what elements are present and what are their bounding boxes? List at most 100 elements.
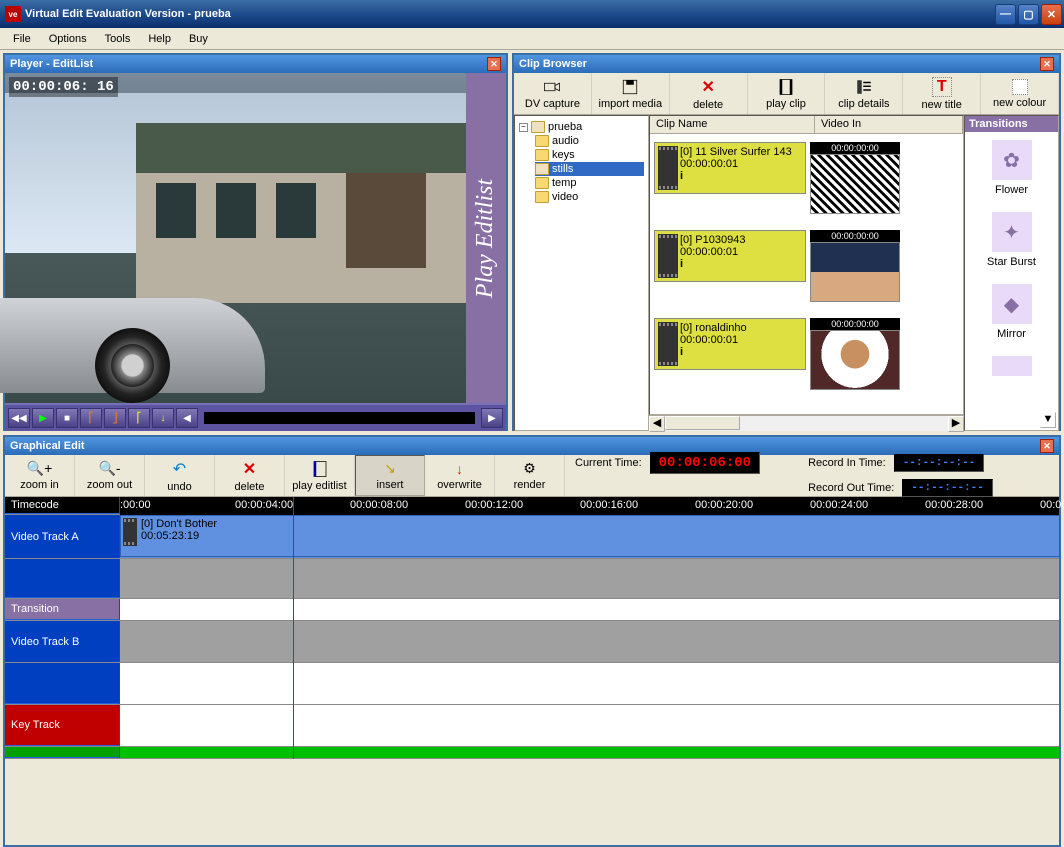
clip-row[interactable]: [0] P103094300:00:00:01i 00:00:00:00 <box>650 222 963 310</box>
new-title-button[interactable]: Tnew title <box>903 73 981 114</box>
track-label-transition: Transition <box>5 599 120 620</box>
timeline-clip[interactable]: [0] Don't Bother00:05:23:19 <box>120 515 1060 557</box>
folder-icon <box>535 135 549 147</box>
menu-help[interactable]: Help <box>140 31 179 47</box>
transition-mirror[interactable]: ◆Mirror <box>965 276 1058 348</box>
menu-file[interactable]: File <box>5 31 39 47</box>
delete-icon: ✕ <box>243 459 256 479</box>
transitions-scroll-down[interactable]: ▼ <box>1040 412 1056 428</box>
transition-starburst[interactable]: ✦Star Burst <box>965 204 1058 276</box>
play-editlist-button[interactable]: play editlist <box>285 455 355 496</box>
transitions-panel: Transitions ✿Flower ✦Star Burst ◆Mirror … <box>964 115 1059 431</box>
tree-item-keys[interactable]: keys <box>535 148 644 162</box>
mark-in-button[interactable]: ⎡ <box>80 408 102 428</box>
track-video-a[interactable]: [0] Don't Bother00:05:23:19 <box>120 515 1059 558</box>
zoom-out-button[interactable]: 🔍-zoom out <box>75 455 145 496</box>
timeline[interactable]: Timecode :00:00 00:00:04:00 00:00:08:00 … <box>5 497 1059 759</box>
zoom-in-icon: 🔍+ <box>27 460 53 477</box>
col-video-in[interactable]: Video In <box>815 116 963 133</box>
overwrite-button[interactable]: ↓overwrite <box>425 455 495 496</box>
col-clip-name[interactable]: Clip Name <box>650 116 815 133</box>
tree-item-audio[interactable]: audio <box>535 134 644 148</box>
record-in-label: Record In Time: <box>808 457 886 469</box>
goto-in-button[interactable]: ⎡ <box>128 408 150 428</box>
film-icon <box>777 78 795 96</box>
tree-item-stills[interactable]: stills <box>535 162 644 176</box>
graphical-edit-panel: Graphical Edit ✕ 🔍+zoom in 🔍-zoom out ↶u… <box>3 435 1061 847</box>
player-close-button[interactable]: ✕ <box>487 57 501 71</box>
window-title: Virtual Edit Evaluation Version - prueba <box>25 8 995 20</box>
play-clip-button[interactable]: play clip <box>748 73 826 114</box>
scrub-slider[interactable] <box>204 412 475 424</box>
player-controls: ◀◀ ▶ ■ ⎡ ⎦ ⎡ ↓ ◀ ▶ <box>5 403 506 431</box>
close-button[interactable]: ✕ <box>1041 4 1062 25</box>
clip-details-button[interactable]: clip details <box>825 73 903 114</box>
transition-icon <box>992 356 1032 376</box>
clipbrowser-close-button[interactable]: ✕ <box>1040 57 1054 71</box>
player-panel: Player - EditList ✕ 00:00:06: 16 Play Ed… <box>3 53 508 431</box>
camera-icon <box>543 78 561 96</box>
undo-button[interactable]: ↶undo <box>145 455 215 496</box>
scroll-right-button[interactable]: ▶ <box>948 416 964 432</box>
current-time-label: Current Time: <box>575 457 642 469</box>
import-media-button[interactable]: import media <box>592 73 670 114</box>
slider-left-button[interactable]: ◀ <box>176 408 198 428</box>
stop-button[interactable]: ■ <box>56 408 78 428</box>
film-strip-icon <box>123 518 137 546</box>
tree-root[interactable]: − prueba <box>519 120 644 134</box>
slider-right-button[interactable]: ▶ <box>481 408 503 428</box>
render-button[interactable]: ⚙render <box>495 455 565 496</box>
mark-out-button[interactable]: ⎦ <box>104 408 126 428</box>
app-icon: ve <box>5 6 21 22</box>
transition-flower[interactable]: ✿Flower <box>965 132 1058 204</box>
clip-list-hscroll[interactable]: ◀ ▶ <box>649 415 964 431</box>
folder-tree[interactable]: − prueba audio keys stills temp video <box>514 115 649 431</box>
details-icon <box>855 78 873 96</box>
play-button[interactable]: ▶ <box>32 408 54 428</box>
clip-row[interactable]: [0] ronaldinho00:00:00:01i 00:00:00:00 <box>650 310 963 398</box>
insert-button[interactable]: ↘insert <box>355 455 425 496</box>
menu-options[interactable]: Options <box>41 31 95 47</box>
track-audio[interactable] <box>120 747 1059 758</box>
clip-row[interactable]: [0] 11 Silver Surfer 14300:00:00:01i 00:… <box>650 134 963 222</box>
track-label-key: Key Track <box>5 705 120 746</box>
new-colour-button[interactable]: new colour <box>981 73 1059 114</box>
delete-clip-button[interactable]: ✕delete <box>670 73 748 114</box>
dv-capture-button[interactable]: DV capture <box>514 73 592 114</box>
timeline-ruler[interactable]: :00:00 00:00:04:00 00:00:08:00 00:00:12:… <box>120 497 1059 515</box>
track-video-a-audio[interactable] <box>120 559 1059 598</box>
folder-icon <box>535 191 549 203</box>
film-strip-icon <box>658 234 678 278</box>
delete-button[interactable]: ✕delete <box>215 455 285 496</box>
record-out-display: --:--:--:-- <box>902 479 993 497</box>
flower-icon: ✿ <box>992 140 1032 180</box>
maximize-button[interactable]: ▢ <box>1018 4 1039 25</box>
track-transition[interactable] <box>120 599 1059 620</box>
track-key[interactable] <box>120 705 1059 746</box>
scroll-thumb[interactable] <box>665 416 740 430</box>
track-video-b-audio[interactable] <box>120 663 1059 704</box>
zoom-in-button[interactable]: 🔍+zoom in <box>5 455 75 496</box>
tree-collapse-icon[interactable]: − <box>519 123 528 132</box>
folder-icon <box>531 121 545 133</box>
menu-buy[interactable]: Buy <box>181 31 216 47</box>
insert-icon: ↘ <box>384 460 396 477</box>
track-label-video-b: Video Track B <box>5 621 120 662</box>
mirror-icon: ◆ <box>992 284 1032 324</box>
track-video-b[interactable] <box>120 621 1059 662</box>
menu-tools[interactable]: Tools <box>97 31 139 47</box>
scroll-left-button[interactable]: ◀ <box>649 416 665 432</box>
transitions-header: Transitions <box>965 116 1058 132</box>
play-editlist-sidebar: Play Editlist <box>466 73 506 403</box>
clip-browser-panel: Clip Browser ✕ DV capture import media ✕… <box>512 53 1061 431</box>
menubar: File Options Tools Help Buy <box>0 28 1064 50</box>
minimize-button[interactable]: — <box>995 4 1016 25</box>
rewind-button[interactable]: ◀◀ <box>8 408 30 428</box>
goto-out-button[interactable]: ↓ <box>152 408 174 428</box>
clip-list: Clip Name Video In [0] 11 Silver Surfer … <box>649 115 964 415</box>
tree-item-temp[interactable]: temp <box>535 176 644 190</box>
record-out-label: Record Out Time: <box>808 482 894 494</box>
tree-item-video[interactable]: video <box>535 190 644 204</box>
transition-more[interactable] <box>965 348 1058 384</box>
delete-x-icon: ✕ <box>701 77 714 97</box>
